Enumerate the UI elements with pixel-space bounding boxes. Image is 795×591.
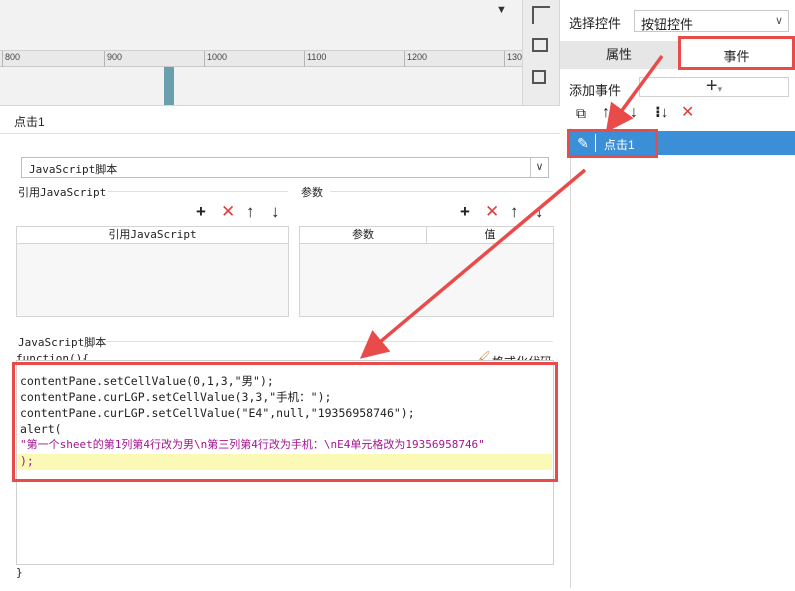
ruler-tick [504, 51, 505, 67]
move-up-icon[interactable]: ↑ [602, 104, 610, 122]
divider [106, 341, 553, 342]
ref-js-label: 引用JavaScript [18, 186, 107, 199]
column-marker [164, 67, 174, 105]
ruler-tick [404, 51, 405, 67]
dropdown-arrow-icon[interactable]: ▼ [496, 4, 510, 18]
move-up-icon[interactable]: ↑ [246, 203, 255, 220]
ruler-label: 1100 [307, 52, 327, 62]
params-label: 参数 [301, 187, 323, 199]
layout-icon[interactable] [532, 6, 550, 24]
ruler-label: 1000 [207, 52, 228, 62]
dropdown-arrow-icon: ▾ [717, 84, 723, 94]
script-type-value: JavaScript脚本 [29, 163, 118, 176]
ruler-label: 130 [507, 52, 523, 62]
chevron-down-icon: ∨ [530, 158, 548, 177]
event-toolbar: ⧉ ↑ ↓ ⁝↓ ✕ [570, 102, 790, 126]
move-down-icon[interactable]: ↓ [271, 203, 280, 220]
add-icon[interactable]: + [460, 203, 470, 220]
dialog-title: 点击1 [14, 115, 45, 129]
ruler-tick [104, 51, 105, 67]
move-up-icon[interactable]: ↑ [510, 203, 519, 220]
delete-icon[interactable]: ✕ [681, 104, 694, 122]
add-event-button[interactable]: +▾ [639, 75, 789, 97]
widget-select-value: 按钮控件 [641, 17, 694, 32]
script-type-select[interactable]: JavaScript脚本 ∨ [21, 157, 549, 178]
ruler-tick [304, 51, 305, 67]
frame-icon[interactable] [532, 70, 546, 84]
script-label: JavaScript脚本 [18, 336, 107, 349]
chevron-down-icon: ∨ [774, 15, 783, 27]
table-column-header: 引用JavaScript [17, 227, 288, 244]
select-widget-label: 选择控件 [569, 16, 622, 31]
add-event-label: 添加事件 [569, 83, 622, 98]
ruler-label: 900 [107, 52, 123, 62]
ruler-tick [2, 51, 3, 67]
plus-icon: + [705, 75, 718, 97]
divider [0, 133, 560, 134]
delete-icon[interactable]: ✕ [221, 203, 235, 220]
tab-attributes[interactable]: 属性 [560, 41, 678, 69]
divider [330, 191, 553, 192]
divider [108, 191, 288, 192]
highlight-box [567, 129, 658, 158]
delete-icon[interactable]: ✕ [485, 203, 499, 220]
side-toolbar [522, 0, 559, 105]
event-list [570, 128, 795, 588]
copy-icon[interactable]: ⧉ [576, 104, 586, 122]
highlight-box [12, 362, 558, 482]
table-column-header: 值 [426, 227, 553, 244]
ruler-tick [204, 51, 205, 67]
function-close-text: } [16, 566, 23, 579]
params-table[interactable]: 参数 值 [299, 226, 554, 317]
ruler-label: 1200 [407, 52, 428, 62]
widget-settings-icon[interactable] [532, 38, 548, 52]
widget-select[interactable]: 按钮控件 ∨ [634, 10, 789, 32]
ref-js-table[interactable]: 引用JavaScript [16, 226, 289, 317]
tab-events[interactable]: 事件 [678, 36, 795, 70]
table-column-header: 参数 [300, 227, 426, 244]
horizontal-ruler: 800 900 1000 1100 1200 130 [0, 50, 522, 67]
move-down-icon[interactable]: ↓ [630, 104, 638, 122]
ruler-label: 800 [5, 52, 21, 62]
add-icon[interactable]: + [196, 203, 206, 220]
move-bottom-icon[interactable]: ⁝↓ [655, 104, 668, 122]
move-down-icon[interactable]: ↓ [535, 203, 544, 220]
